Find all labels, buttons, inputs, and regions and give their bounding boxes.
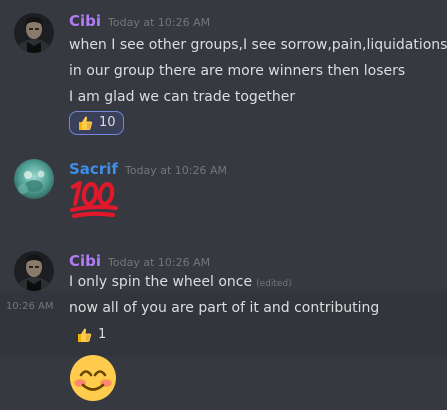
avatar[interactable] xyxy=(14,251,54,291)
timestamp: Today at 10:26 AM xyxy=(108,16,211,29)
timestamp: Today at 10:26 AM xyxy=(108,256,211,269)
message-group-cibi-2: Cibi Today at 10:26 AM I only spin the wh… xyxy=(0,248,447,408)
username[interactable]: Sacrif xyxy=(69,160,118,178)
message-group-sacrif: Sacrif Today at 10:26 AM xyxy=(0,156,447,230)
avatar[interactable] xyxy=(14,13,54,53)
thumbs-up-icon xyxy=(78,328,92,342)
reaction-thumbs-up[interactable]: 10 xyxy=(69,111,124,135)
message-header: Cibi Today at 10:26 AM xyxy=(69,11,210,33)
message-text: when I see other groups,I see sorrow,pai… xyxy=(69,37,447,53)
username[interactable]: Cibi xyxy=(69,12,101,30)
message-text: I am glad we can trade together xyxy=(69,89,296,105)
reaction-count: 1 xyxy=(98,327,107,342)
message-text-content: I only spin the wheel once xyxy=(69,274,253,290)
reaction-thumbs-up[interactable]: 1 xyxy=(69,323,113,347)
thumbs-up-icon xyxy=(79,116,93,130)
reaction-count: 10 xyxy=(99,115,116,130)
avatar[interactable] xyxy=(14,159,54,199)
message-text: now all of you are part of it and contri… xyxy=(69,300,380,316)
smiling-face-with-smiling-eyes-icon xyxy=(69,354,117,406)
message-text: I only spin the wheel once (edited) xyxy=(69,272,292,294)
message-group-cibi-1: Cibi Today at 10:26 AM when I see other g… xyxy=(0,4,447,146)
message-header: Sacrif Today at 10:26 AM xyxy=(69,159,227,181)
hover-timestamp: 10:26 AM xyxy=(6,301,54,312)
message-header: Cibi Today at 10:26 AM xyxy=(69,251,210,273)
edited-label: (edited) xyxy=(256,279,292,289)
message-text: in our group there are more winners then… xyxy=(69,63,406,79)
username[interactable]: Cibi xyxy=(69,252,101,270)
chat-messages: Cibi Today at 10:26 AM when I see other g… xyxy=(0,0,447,410)
hundred-points-icon xyxy=(69,179,119,225)
timestamp: Today at 10:26 AM xyxy=(124,164,227,177)
